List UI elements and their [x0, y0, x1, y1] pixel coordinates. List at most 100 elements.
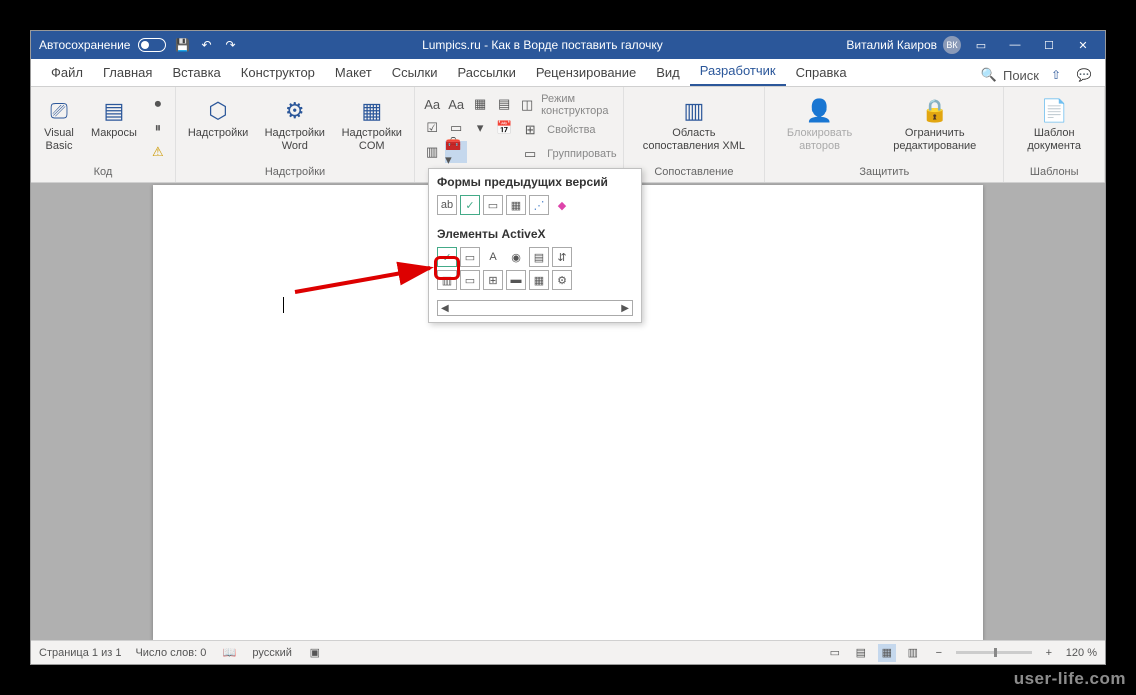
tab-view[interactable]: Вид	[646, 59, 690, 86]
word-addins-icon: ⚙	[279, 97, 311, 125]
legacy-reset-icon[interactable]: ◆	[552, 195, 572, 215]
activex-more-icon[interactable]: ⚙	[552, 270, 572, 290]
dropdown-scrollbar[interactable]: ◀▶	[437, 300, 633, 316]
macro-rec-icon[interactable]: ▣	[306, 644, 324, 662]
xml-mapping-icon: ▥	[678, 97, 710, 125]
activex-toggle-icon[interactable]: ⇵	[552, 247, 572, 267]
com-addins-button[interactable]: ▦ Надстройки COM	[335, 93, 408, 157]
rich-text-control-icon[interactable]: Aa	[421, 93, 443, 115]
share-icon[interactable]: ⇧	[1045, 64, 1067, 86]
page-indicator[interactable]: Страница 1 из 1	[39, 647, 121, 659]
zoom-out-button[interactable]: −	[930, 644, 948, 662]
view-print-icon[interactable]: ▦	[878, 644, 896, 662]
addins-button[interactable]: ⬡ Надстройки	[182, 93, 254, 144]
tab-file[interactable]: Файл	[41, 59, 93, 86]
design-mode-button[interactable]: Режим конструктора	[537, 93, 617, 117]
activex-button-icon[interactable]: ▭	[460, 270, 480, 290]
language-indicator[interactable]: русский	[252, 647, 291, 659]
word-count[interactable]: Число слов: 0	[135, 647, 206, 659]
ribbon-group-addins: ⬡ Надстройки ⚙ Надстройки Word ▦ Надстро…	[176, 87, 415, 182]
activex-label-icon[interactable]: A	[483, 247, 503, 267]
comments-icon[interactable]: 💬	[1073, 64, 1095, 86]
activex-option-icon[interactable]: ◉	[506, 247, 526, 267]
tab-design[interactable]: Конструктор	[231, 59, 325, 86]
user-avatar[interactable]: ВК	[943, 36, 961, 54]
document-title: Lumpics.ru - Как в Ворде поставить галоч…	[238, 38, 846, 52]
record-macro-icon[interactable]: ⏺	[147, 93, 169, 115]
view-read-icon[interactable]: ▤	[852, 644, 870, 662]
zoom-slider[interactable]	[956, 651, 1032, 654]
tab-help[interactable]: Справка	[786, 59, 857, 86]
legacy-tools-icon[interactable]: 🧰▾	[445, 141, 467, 163]
search-icon[interactable]: 🔍	[981, 67, 997, 83]
block-authors-button[interactable]: 👤 Блокировать авторов	[771, 93, 868, 157]
macro-security-icon[interactable]: ⚠	[147, 141, 169, 163]
tab-layout[interactable]: Макет	[325, 59, 382, 86]
activex-textbox-icon[interactable]: ▭	[460, 247, 480, 267]
macro-pause-icon[interactable]: ⏸	[147, 117, 169, 139]
checkbox-control-icon[interactable]: ☑	[421, 117, 443, 139]
word-window: Автосохранение 💾 ↶ ↷ Lumpics.ru - Как в …	[30, 30, 1106, 665]
properties-icon: ⊞	[519, 119, 541, 141]
autosave-toggle[interactable]	[138, 38, 166, 52]
zoom-level[interactable]: 120 %	[1066, 647, 1097, 659]
tab-mailings[interactable]: Рассылки	[447, 59, 525, 86]
search-label[interactable]: Поиск	[1003, 68, 1039, 83]
text-cursor	[283, 297, 284, 313]
design-mode-icon: ◫	[519, 94, 535, 116]
visual-basic-icon: ⎚	[43, 97, 75, 125]
building-block-control-icon[interactable]: ▤	[493, 93, 515, 115]
block-authors-icon: 👤	[804, 97, 836, 125]
spellcheck-icon[interactable]: 📖	[220, 644, 238, 662]
autosave-label: Автосохранение	[39, 38, 130, 52]
activex-header: Элементы ActiveX	[437, 227, 633, 241]
properties-button[interactable]: Свойства	[543, 124, 595, 136]
activex-spin-icon[interactable]: ⊞	[483, 270, 503, 290]
activex-listbox-icon[interactable]: ▤	[529, 247, 549, 267]
restrict-editing-button[interactable]: 🔒 Ограничить редактирование	[872, 93, 997, 157]
legacy-checkbox-icon[interactable]: ✓	[460, 195, 480, 215]
annotation-arrow	[290, 260, 450, 300]
legacy-frame-icon[interactable]: ▦	[506, 195, 526, 215]
macros-button[interactable]: ▤ Макросы	[85, 93, 143, 144]
minimize-button[interactable]: —	[1001, 35, 1029, 55]
word-addins-button[interactable]: ⚙ Надстройки Word	[258, 93, 331, 157]
activex-scrollbar-icon[interactable]: ▬	[506, 270, 526, 290]
picture-control-icon[interactable]: ▦	[469, 93, 491, 115]
tab-home[interactable]: Главная	[93, 59, 162, 86]
ribbon-group-mapping: ▥ Область сопоставления XML Сопоставлени…	[624, 87, 765, 182]
dropdown-control-icon[interactable]: ▾	[469, 117, 491, 139]
redo-icon[interactable]: ↷	[222, 37, 238, 53]
tab-references[interactable]: Ссылки	[382, 59, 448, 86]
tab-developer[interactable]: Разработчик	[690, 57, 786, 86]
save-icon[interactable]: 💾	[174, 37, 190, 53]
repeating-section-icon[interactable]: ▥	[421, 141, 443, 163]
view-focus-icon[interactable]: ▭	[826, 644, 844, 662]
plain-text-control-icon[interactable]: Aa	[445, 93, 467, 115]
restrict-editing-icon: 🔒	[919, 97, 951, 125]
close-button[interactable]: ✕	[1069, 35, 1097, 55]
undo-icon[interactable]: ↶	[198, 37, 214, 53]
tab-review[interactable]: Рецензирование	[526, 59, 646, 86]
xml-mapping-button[interactable]: ▥ Область сопоставления XML	[630, 93, 758, 157]
document-template-button[interactable]: 📄 Шаблон документа	[1010, 93, 1098, 157]
zoom-in-button[interactable]: +	[1040, 644, 1058, 662]
group-button[interactable]: Группировать	[543, 148, 617, 160]
statusbar: Страница 1 из 1 Число слов: 0 📖 русский …	[31, 640, 1105, 664]
document-template-icon: 📄	[1038, 97, 1070, 125]
ribbon-group-templates: 📄 Шаблон документа Шаблоны	[1004, 87, 1105, 182]
legacy-shading-icon[interactable]: ⋰	[529, 195, 549, 215]
ribbon-display-icon[interactable]: ▭	[967, 35, 995, 55]
legacy-text-field-icon[interactable]: ab	[437, 195, 457, 215]
visual-basic-button[interactable]: ⎚ Visual Basic	[37, 93, 81, 157]
activex-image-icon[interactable]: ▦	[529, 270, 549, 290]
datepicker-control-icon[interactable]: 📅	[493, 117, 515, 139]
legacy-dropdown-icon[interactable]: ▭	[483, 195, 503, 215]
maximize-button[interactable]: ☐	[1035, 35, 1063, 55]
ribbon-tabs: Файл Главная Вставка Конструктор Макет С…	[31, 59, 1105, 87]
tab-insert[interactable]: Вставка	[162, 59, 230, 86]
titlebar: Автосохранение 💾 ↶ ↷ Lumpics.ru - Как в …	[31, 31, 1105, 59]
view-web-icon[interactable]: ▥	[904, 644, 922, 662]
ribbon-group-code: ⎚ Visual Basic ▤ Макросы ⏺ ⏸ ⚠ Код	[31, 87, 176, 182]
com-addins-icon: ▦	[356, 97, 388, 125]
